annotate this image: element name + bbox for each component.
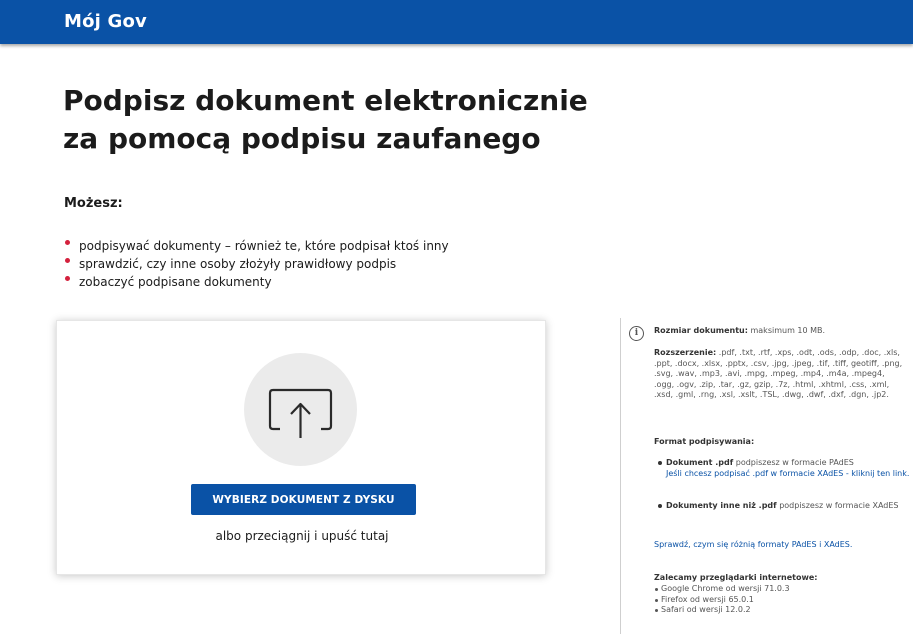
- format-item-pdf: Dokument .pdf podpiszesz w formacie PAdE…: [654, 458, 913, 479]
- browsers-heading: Zalecamy przeglądarki internetowe:: [654, 573, 818, 582]
- format-other-text: podpiszesz w formacie XAdES: [779, 501, 899, 510]
- format-pdf-text: podpiszesz w formacie PAdES: [735, 458, 854, 467]
- format-heading: Format podpisywania:: [654, 437, 755, 446]
- browsers-list: Google Chrome od wersji 71.0.3 Firefox o…: [654, 584, 790, 616]
- format-list: Dokument .pdf podpiszesz w formacie PAdE…: [654, 458, 913, 534]
- feature-item: sprawdzić, czy inne osoby złożyły prawid…: [64, 255, 449, 273]
- feature-item: zobaczyć podpisane dokumenty: [64, 273, 449, 291]
- feature-item: podpisywać dokumenty – również te, które…: [64, 237, 449, 255]
- size-value: maksimum 10 MB.: [750, 326, 826, 335]
- info-icon: i: [629, 326, 644, 341]
- page-title-line-1: Podpisz dokument elektronicznie: [63, 84, 588, 117]
- info-sidebar: i Rozmiar dokumentu: maksimum 10 MB. Roz…: [620, 318, 913, 634]
- compare-formats-link[interactable]: Sprawdź, czym się różnią formaty PAdES i…: [654, 540, 913, 551]
- upload-icon[interactable]: [244, 353, 357, 466]
- page-title-line-2: za pomocą podpisu zaufanego: [63, 122, 541, 155]
- browser-item: Google Chrome od wersji 71.0.3: [654, 584, 790, 595]
- extensions-info: Rozszerzenie: .pdf, .txt, .rtf, .xps, .o…: [654, 348, 904, 401]
- features-list: podpisywać dokumenty – również te, które…: [64, 237, 449, 291]
- page-title: Podpisz dokument elektronicznie za pomoc…: [63, 82, 683, 158]
- format-pdf-label: Dokument .pdf: [666, 458, 734, 467]
- format-item-other: Dokumenty inne niż .pdf podpiszesz w for…: [654, 501, 913, 512]
- drop-hint: albo przeciągnij i upuść tutaj: [215, 529, 389, 543]
- upload-dropzone[interactable]: WYBIERZ DOKUMENT Z DYSKU albo przeciągni…: [56, 320, 546, 575]
- top-bar: Mój Gov: [0, 0, 913, 44]
- size-info: Rozmiar dokumentu: maksimum 10 MB.: [654, 326, 909, 337]
- size-label: Rozmiar dokumentu:: [654, 326, 748, 335]
- browser-item: Safari od wersji 12.0.2: [654, 605, 790, 616]
- browser-item: Firefox od wersji 65.0.1: [654, 595, 790, 606]
- xades-pdf-link[interactable]: Jeśli chcesz podpisać .pdf w formacie XA…: [666, 469, 909, 478]
- brand-link[interactable]: Mój Gov: [64, 11, 147, 32]
- extensions-label: Rozszerzenie:: [654, 348, 717, 357]
- features-heading: Możesz:: [64, 196, 123, 211]
- format-other-label: Dokumenty inne niż .pdf: [666, 501, 777, 510]
- choose-file-button[interactable]: WYBIERZ DOKUMENT Z DYSKU: [191, 484, 416, 515]
